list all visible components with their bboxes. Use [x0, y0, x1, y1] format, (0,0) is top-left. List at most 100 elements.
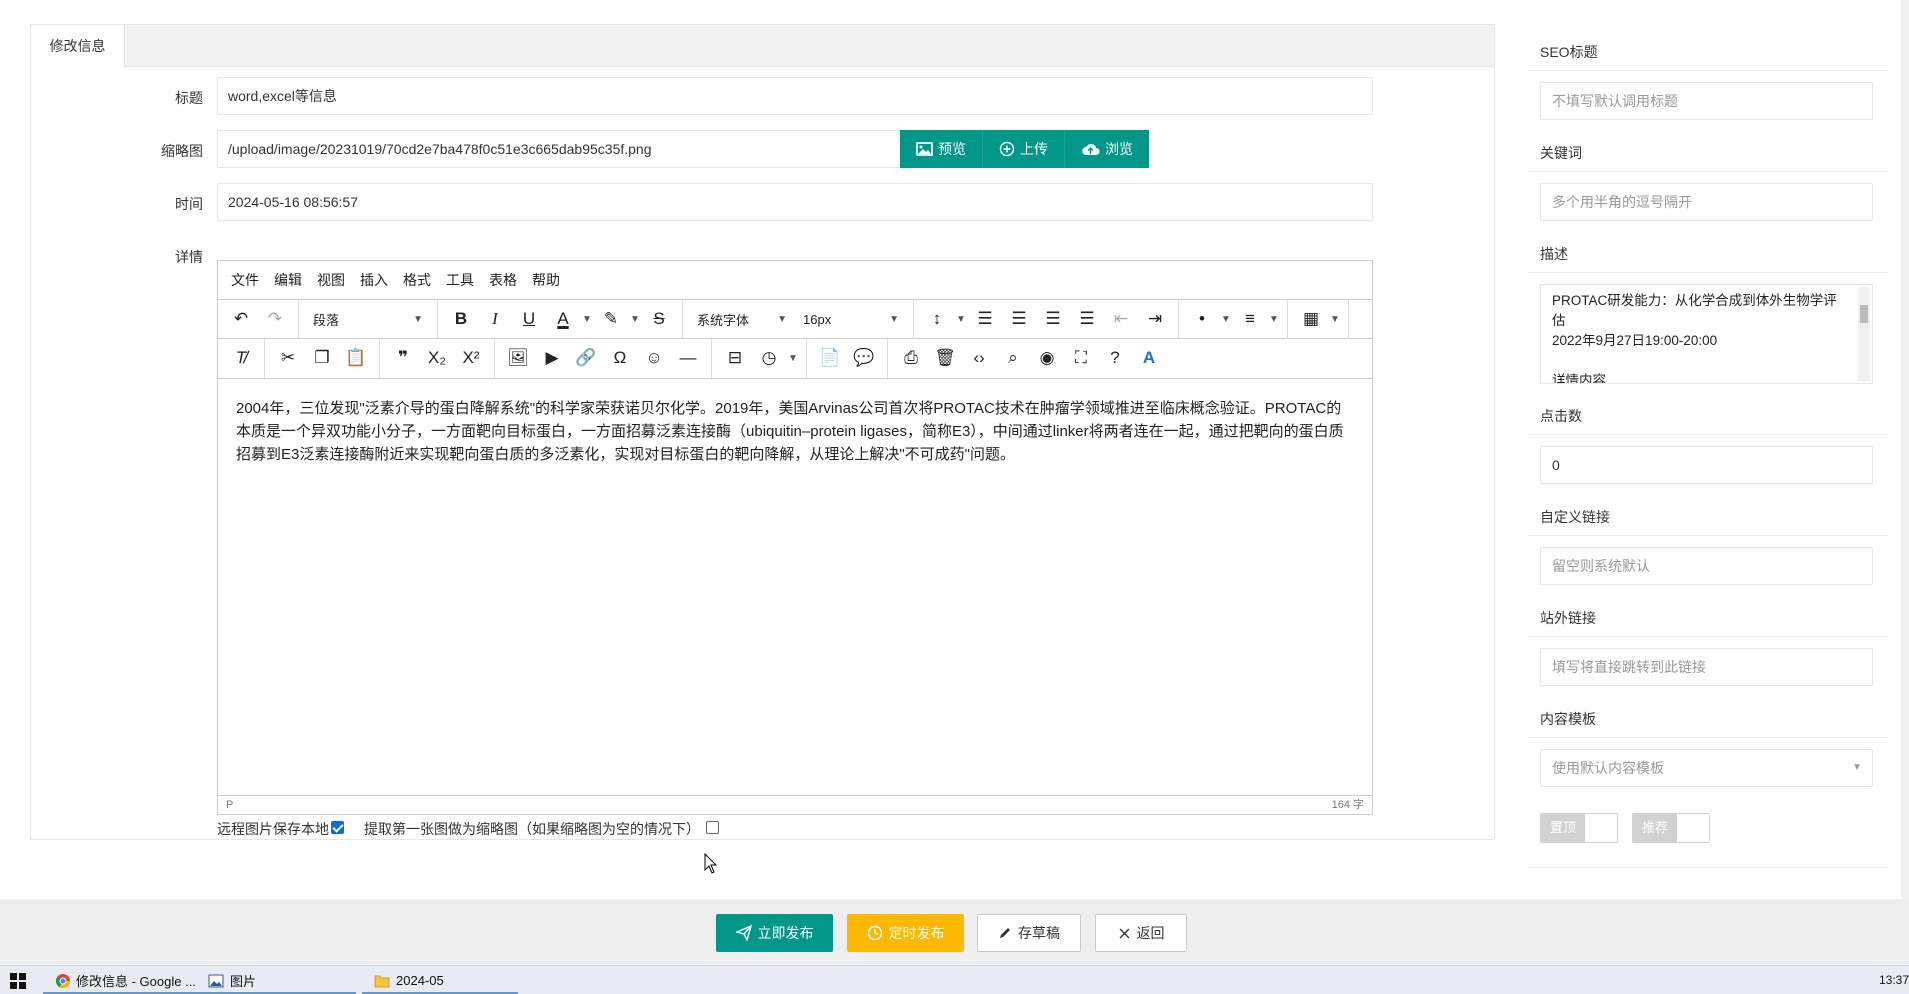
recommend-toggle[interactable]: 推荐: [1632, 813, 1710, 843]
schedule-button[interactable]: 定时发布: [847, 914, 964, 952]
external-link-input[interactable]: 填写将直接跳转到此链接: [1540, 648, 1873, 686]
bullet-list-dropdown-icon[interactable]: ▼: [1219, 304, 1233, 334]
cut-icon[interactable]: ✂: [271, 343, 305, 373]
thumb-input[interactable]: /upload/image/20231019/70cd2e7ba478f0c51…: [217, 130, 905, 168]
template-value: 使用默认内容模板: [1552, 760, 1664, 776]
preview-button[interactable]: 预览: [900, 130, 983, 168]
menu-help[interactable]: 帮助: [532, 270, 560, 290]
first-image-checkbox[interactable]: [706, 820, 719, 834]
menu-edit[interactable]: 编辑: [274, 270, 302, 290]
align-justify-icon[interactable]: ☰: [1070, 304, 1104, 334]
top-toggle[interactable]: 置顶: [1540, 813, 1618, 843]
scroll-thumb[interactable]: [1860, 305, 1868, 323]
description-scrollbar[interactable]: [1858, 287, 1870, 381]
import-word-icon[interactable]: 📄: [813, 343, 847, 373]
keywords-input[interactable]: 多个用半角的逗号隔开: [1540, 183, 1873, 221]
description-line-3: 详情内容: [1552, 373, 1606, 384]
seo-title-input[interactable]: 不填写默认调用标题: [1540, 82, 1873, 120]
table-dropdown-icon[interactable]: ▼: [1328, 304, 1342, 334]
blockquote-icon[interactable]: ❞: [386, 343, 420, 373]
font-color-dropdown-icon[interactable]: ▼: [580, 304, 594, 334]
back-button[interactable]: 返回: [1095, 914, 1187, 952]
windows-start-icon[interactable]: [10, 973, 26, 989]
clicks-input[interactable]: 0: [1540, 446, 1873, 484]
template-label: 内容模板: [1540, 711, 1596, 727]
indent-icon[interactable]: ⇥: [1138, 304, 1172, 334]
insert-media-icon[interactable]: ▶: [535, 343, 569, 373]
taskbar-pictures[interactable]: 图片: [196, 966, 356, 994]
remote-save-checkbox[interactable]: [331, 820, 344, 834]
title-input[interactable]: word,excel等信息: [217, 77, 1373, 115]
numbered-list-dropdown-icon[interactable]: ▼: [1267, 304, 1281, 334]
redo-icon[interactable]: ↷: [258, 304, 292, 334]
align-right-icon[interactable]: ☰: [1036, 304, 1070, 334]
tab-edit-info[interactable]: 修改信息: [31, 25, 125, 68]
save-draft-button[interactable]: 存草稿: [977, 914, 1081, 952]
paste-icon[interactable]: 📋: [339, 343, 373, 373]
fullscreen-icon[interactable]: ⛶: [1064, 343, 1098, 373]
description-textarea[interactable]: PROTAC研发能力：从化学合成到体外生物学评估 2022年9月27日19:00…: [1540, 284, 1873, 384]
print-icon[interactable]: ⎙: [894, 343, 928, 373]
ai-format-icon[interactable]: A: [1132, 343, 1166, 373]
custom-link-input[interactable]: 留空则系统默认: [1540, 547, 1873, 585]
link-icon[interactable]: 🔗: [569, 343, 603, 373]
highlight-dropdown-icon[interactable]: ▼: [628, 304, 642, 334]
menu-table[interactable]: 表格: [489, 270, 517, 290]
menu-view[interactable]: 视图: [317, 270, 345, 290]
insert-datetime-icon[interactable]: ◷: [752, 343, 786, 373]
preview-eye-icon[interactable]: ◉: [1030, 343, 1064, 373]
line-height-icon[interactable]: ↕: [920, 304, 954, 334]
page-break-icon[interactable]: ⊟: [718, 343, 752, 373]
time-input[interactable]: 2024-05-16 08:56:57: [217, 183, 1373, 221]
emoticon-icon[interactable]: ☺: [637, 343, 671, 373]
template-select[interactable]: 使用默认内容模板 ▼: [1540, 749, 1873, 787]
element-path[interactable]: P: [226, 796, 233, 814]
font-family-select[interactable]: 系统字体 ▼: [689, 304, 795, 334]
import-group: 📄 💬: [807, 338, 888, 378]
menu-insert[interactable]: 插入: [360, 270, 388, 290]
browse-button[interactable]: 浏览: [1065, 130, 1149, 168]
bold-icon[interactable]: B: [444, 304, 478, 334]
help-icon[interactable]: ?: [1098, 343, 1132, 373]
highlight-color-icon[interactable]: ✎: [594, 304, 628, 334]
source-code-icon[interactable]: ‹›: [962, 343, 996, 373]
font-color-icon[interactable]: A: [546, 304, 580, 334]
wechat-icon[interactable]: 💬: [847, 343, 881, 373]
clock-icon: [867, 925, 882, 941]
horizontal-rule-icon[interactable]: —: [671, 343, 705, 373]
numbered-list-icon[interactable]: ≡: [1233, 304, 1267, 334]
underline-icon[interactable]: U: [512, 304, 546, 334]
divider: [1528, 70, 1888, 71]
upload-button[interactable]: 上传: [983, 130, 1065, 168]
copy-icon[interactable]: ❐: [305, 343, 339, 373]
undo-icon[interactable]: ↶: [224, 304, 258, 334]
page-scrollbar[interactable]: [1901, 0, 1909, 965]
taskbar-clock[interactable]: 13:37: [1879, 973, 1909, 987]
strikethrough-icon[interactable]: S: [642, 304, 676, 334]
block-format-select[interactable]: 段落 ▼: [305, 304, 431, 334]
description-line-2: 2022年9月27日19:00-20:00: [1552, 333, 1718, 348]
line-height-dropdown-icon[interactable]: ▼: [954, 304, 968, 334]
italic-icon[interactable]: I: [478, 304, 512, 334]
menu-tools[interactable]: 工具: [446, 270, 474, 290]
bullet-list-icon[interactable]: •: [1185, 304, 1219, 334]
delete-icon[interactable]: 🗑: [928, 343, 962, 373]
editor-content[interactable]: 2004年，三位发现"泛素介导的蛋白降解系统"的科学家荣获诺贝尔化学。2019年…: [218, 378, 1372, 796]
menu-format[interactable]: 格式: [403, 270, 431, 290]
subscript-icon[interactable]: X₂: [420, 343, 454, 373]
table-icon[interactable]: ▦: [1294, 304, 1328, 334]
font-size-select[interactable]: 16px ▼: [795, 304, 907, 334]
superscript-icon[interactable]: X²: [454, 343, 488, 373]
special-char-icon[interactable]: Ω: [603, 343, 637, 373]
search-icon[interactable]: ⌕: [996, 343, 1030, 373]
align-center-icon[interactable]: ☰: [1002, 304, 1036, 334]
datetime-dropdown-icon[interactable]: ▼: [786, 343, 800, 373]
menu-file[interactable]: 文件: [231, 270, 259, 290]
taskbar-chrome[interactable]: 修改信息 - Google ...: [43, 966, 196, 994]
clear-format-icon[interactable]: T̸: [224, 343, 258, 373]
publish-button[interactable]: 立即发布: [716, 914, 833, 952]
align-left-icon[interactable]: ☰: [968, 304, 1002, 334]
outdent-icon[interactable]: ⇤: [1104, 304, 1138, 334]
taskbar-folder[interactable]: 2024-05: [362, 966, 518, 994]
insert-image-icon[interactable]: 🖼: [501, 343, 535, 373]
